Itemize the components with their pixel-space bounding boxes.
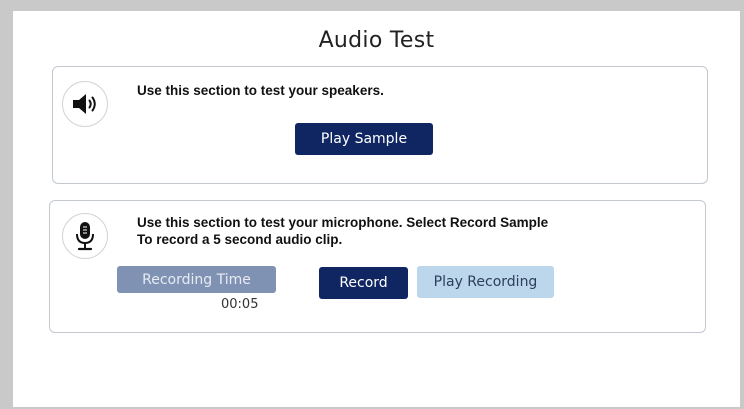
microphone-test-section: Use this section to test your microphone… bbox=[49, 200, 706, 333]
speaker-test-section: Use this section to test your speakers. … bbox=[52, 66, 708, 184]
recording-time-value: 00:05 bbox=[221, 297, 259, 312]
speaker-icon bbox=[73, 94, 96, 114]
play-sample-button[interactable]: Play Sample bbox=[295, 123, 433, 155]
page-title: Audio Test bbox=[318, 28, 435, 53]
recording-time-label: Recording Time bbox=[117, 266, 276, 293]
microphone-description-line-2: To record a 5 second audio clip. bbox=[137, 232, 343, 247]
audio-test-panel: Audio Test Use this section to test your… bbox=[13, 11, 740, 407]
microphone-test-description: Use this section to test your microphone… bbox=[137, 214, 657, 248]
play-recording-button[interactable]: Play Recording bbox=[417, 266, 554, 298]
speaker-icon-container bbox=[62, 81, 108, 127]
record-button[interactable]: Record bbox=[319, 267, 408, 299]
microphone-icon-container bbox=[62, 213, 108, 259]
speaker-test-description: Use this section to test your speakers. bbox=[137, 83, 384, 98]
microphone-icon bbox=[76, 222, 94, 251]
microphone-description-line-1: Use this section to test your microphone… bbox=[137, 215, 549, 230]
